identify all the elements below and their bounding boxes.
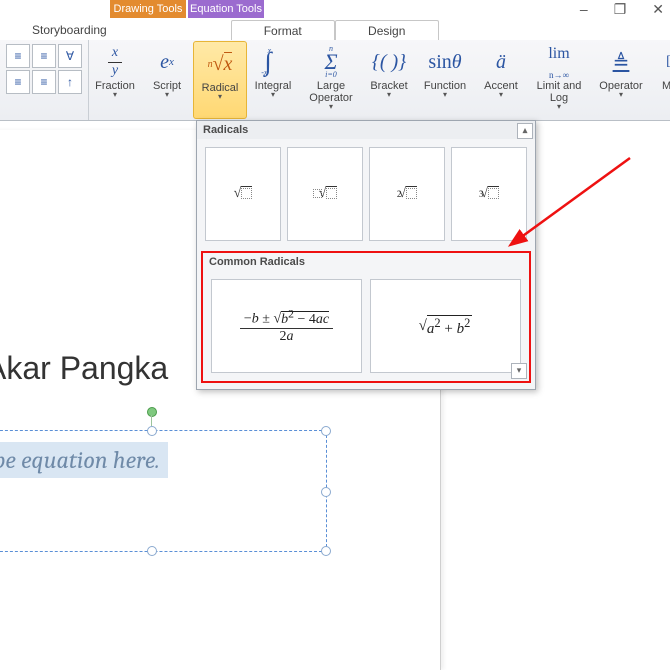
operator-icon: ≜ — [591, 44, 651, 80]
symbols-group-fragment: ≡ ≡ ∀ ≡ ≡ ↑ — [0, 40, 89, 120]
matrix-button[interactable]: [1 00 1] Matrix▾ — [651, 40, 670, 120]
rotate-handle-line — [151, 415, 152, 426]
tab-design[interactable]: Design — [335, 20, 439, 41]
function-icon: sinθ — [415, 44, 475, 80]
ribbon-body: ≡ ≡ ∀ ≡ ≡ ↑ xy Fraction▾ ex Script▾ n√x … — [0, 40, 670, 121]
context-tab-drawing-tools: Drawing Tools — [110, 0, 186, 18]
gallery-section-common: Common Radicals — [203, 253, 529, 271]
radical-tile-sqrt[interactable]: √ — [205, 147, 281, 241]
slide-title-text[interactable]: Akar Pangka — [0, 350, 168, 387]
equation-placeholder-text[interactable]: ype equation here. — [0, 442, 168, 478]
minimize-icon[interactable]: – — [580, 2, 588, 16]
operator-button[interactable]: ≜ Operator▾ — [591, 40, 651, 120]
mini-btn-2[interactable]: ≡ — [32, 44, 56, 68]
fraction-button[interactable]: xy Fraction▾ — [89, 40, 141, 120]
ribbon-tab-strip: Storyboarding Format Design — [0, 18, 670, 41]
radical-tile-cuberoot-2[interactable]: 2√ — [369, 147, 445, 241]
structures-group: xy Fraction▾ ex Script▾ n√x Radical▾ ∫x-… — [89, 40, 670, 120]
mini-btn-6[interactable]: ↑ — [58, 70, 82, 94]
gallery-common-radicals-highlight: Common Radicals −b ± √b2 − 4ac2a √a2 + b… — [201, 251, 531, 383]
mini-btn-4[interactable]: ≡ — [6, 70, 30, 94]
context-tab-equation-tools: Equation Tools — [188, 0, 264, 18]
script-icon: ex — [141, 44, 193, 80]
limit-log-label: Limit and Log — [537, 80, 582, 104]
bracket-button[interactable]: {( )} Bracket▾ — [363, 40, 415, 120]
large-operator-label: Large Operator — [309, 80, 352, 104]
mini-btn-3[interactable]: ∀ — [58, 44, 82, 68]
resize-handle-right[interactable] — [321, 487, 331, 497]
script-button[interactable]: ex Script▾ — [141, 40, 193, 120]
limit-log-button[interactable]: limn→∞ Limit and Log▾ — [527, 40, 591, 120]
resize-handle-top[interactable] — [147, 426, 157, 436]
mini-btn-5[interactable]: ≡ — [32, 70, 56, 94]
function-button[interactable]: sinθ Function▾ — [415, 40, 475, 120]
radical-gallery: Radicals ▴ √ √ 2√ 3√ Common Radicals −b … — [196, 120, 536, 390]
matrix-label: Matrix — [662, 80, 670, 92]
matrix-icon: [1 00 1] — [651, 44, 670, 80]
large-operator-button[interactable]: nΣi=0 Large Operator▾ — [299, 40, 363, 120]
dropdown-icon: ▾ — [475, 90, 527, 99]
limit-icon: limn→∞ — [527, 44, 591, 80]
gallery-scroll-down[interactable]: ▾ — [511, 363, 527, 379]
radical-icon: n√x — [194, 46, 246, 82]
dropdown-icon: ▾ — [141, 90, 193, 99]
bracket-icon: {( )} — [363, 44, 415, 80]
close-icon[interactable]: ✕ — [652, 2, 664, 16]
restore-icon[interactable]: ❐ — [614, 2, 627, 16]
tab-format[interactable]: Format — [231, 20, 335, 41]
accent-icon: ä — [475, 44, 527, 80]
dropdown-icon: ▾ — [527, 102, 591, 111]
gallery-scroll-up[interactable]: ▴ — [517, 123, 533, 139]
fraction-icon: xy — [89, 44, 141, 80]
mini-btn-1[interactable]: ≡ — [6, 44, 30, 68]
integral-icon: ∫x-x — [247, 44, 299, 80]
radical-tile-cuberoot-3[interactable]: 3√ — [451, 147, 527, 241]
common-radical-hypotenuse[interactable]: √a2 + b2 — [370, 279, 521, 373]
resize-handle-top-right[interactable] — [321, 426, 331, 436]
resize-handle-bottom[interactable] — [147, 546, 157, 556]
gallery-section-radicals-label: Radicals — [203, 124, 248, 136]
integral-button[interactable]: ∫x-x Integral▾ — [247, 40, 299, 120]
accent-button[interactable]: ä Accent▾ — [475, 40, 527, 120]
resize-handle-bottom-right[interactable] — [321, 546, 331, 556]
radical-button[interactable]: n√x Radical▾ — [193, 41, 247, 119]
radical-tile-nthroot[interactable]: √ — [287, 147, 363, 241]
large-operator-icon: nΣi=0 — [299, 44, 363, 80]
tab-storyboarding[interactable]: Storyboarding — [18, 20, 121, 40]
common-radical-quadratic[interactable]: −b ± √b2 − 4ac2a — [211, 279, 362, 373]
gallery-section-radicals: Radicals ▴ — [197, 121, 535, 139]
rotate-handle[interactable] — [147, 407, 157, 417]
